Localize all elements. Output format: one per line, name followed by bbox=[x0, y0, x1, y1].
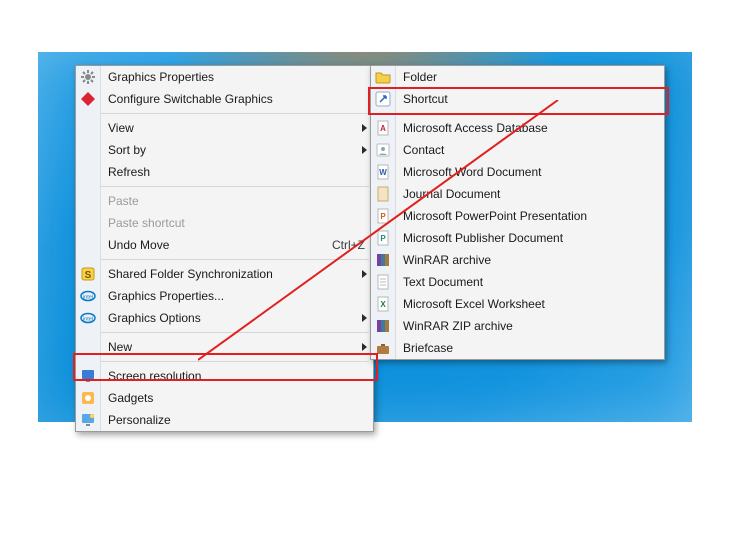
gear-icon bbox=[76, 66, 100, 88]
menu-item-contact[interactable]: Contact bbox=[395, 139, 664, 161]
svg-text:intel: intel bbox=[83, 317, 93, 323]
file-tan-icon bbox=[371, 183, 395, 205]
menu-item-label: WinRAR archive bbox=[403, 253, 491, 267]
menu-item-swgfx[interactable]: Configure Switchable Graphics bbox=[100, 88, 373, 110]
books-icon bbox=[371, 249, 395, 271]
svg-text:W: W bbox=[379, 168, 387, 177]
menu-item-xls[interactable]: XMicrosoft Excel Worksheet bbox=[395, 293, 664, 315]
books-icon bbox=[371, 315, 395, 337]
menu-item-label: Shared Folder Synchronization bbox=[108, 267, 273, 281]
menu-item-txt[interactable]: Text Document bbox=[395, 271, 664, 293]
separator bbox=[100, 332, 369, 333]
menu-item-view[interactable]: View bbox=[100, 117, 373, 139]
menu-item-label: Folder bbox=[403, 70, 437, 84]
menu-item-rar[interactable]: WinRAR archive bbox=[395, 249, 664, 271]
menu-item-journal[interactable]: Journal Document bbox=[395, 183, 664, 205]
file-blue-icon: W bbox=[371, 161, 395, 183]
menu-item-label: Microsoft PowerPoint Presentation bbox=[403, 209, 587, 223]
menu-item-label: Text Document bbox=[403, 275, 483, 289]
submenu-arrow-icon bbox=[362, 314, 367, 322]
menu-item-label: Gadgets bbox=[108, 391, 153, 405]
palette-icon bbox=[76, 409, 100, 431]
menu-item-label: Sort by bbox=[108, 143, 146, 157]
menu-item-gfxopts[interactable]: intelGraphics Options bbox=[100, 307, 373, 329]
menu-item-sortby[interactable]: Sort by bbox=[100, 139, 373, 161]
separator bbox=[100, 259, 369, 260]
menu-item-label: Personalize bbox=[108, 413, 171, 427]
menu-item-label: Briefcase bbox=[403, 341, 453, 355]
menu-item-label: Paste shortcut bbox=[108, 216, 185, 230]
menu-item-pub[interactable]: PMicrosoft Publisher Document bbox=[395, 227, 664, 249]
separator bbox=[100, 113, 369, 114]
menu-item-gfxprops2[interactable]: intelGraphics Properties... bbox=[100, 285, 373, 307]
folder-icon bbox=[371, 66, 395, 88]
menu-item-label: Graphics Properties bbox=[108, 70, 214, 84]
menu-item-paste: Paste bbox=[100, 190, 373, 212]
menu-item-label: Contact bbox=[403, 143, 444, 157]
menu-item-label: Journal Document bbox=[403, 187, 500, 201]
menu-item-gadgets[interactable]: Gadgets bbox=[100, 387, 373, 409]
menu-item-refresh[interactable]: Refresh bbox=[100, 161, 373, 183]
menu-item-ppt[interactable]: PMicrosoft PowerPoint Presentation bbox=[395, 205, 664, 227]
svg-text:X: X bbox=[380, 300, 386, 309]
menu-item-label: Configure Switchable Graphics bbox=[108, 92, 273, 106]
menu-item-label: Microsoft Word Document bbox=[403, 165, 542, 179]
menu-item-label: New bbox=[108, 340, 132, 354]
menu-item-label: Refresh bbox=[108, 165, 150, 179]
file-plain-icon bbox=[371, 271, 395, 293]
separator bbox=[100, 361, 369, 362]
svg-text:P: P bbox=[380, 212, 386, 221]
menu-item-label: Graphics Options bbox=[108, 311, 201, 325]
submenu-arrow-icon bbox=[362, 124, 367, 132]
svg-text:A: A bbox=[380, 124, 386, 133]
submenu-arrow-icon bbox=[362, 146, 367, 154]
menu-item-label: Microsoft Excel Worksheet bbox=[403, 297, 545, 311]
menu-item-label: Microsoft Access Database bbox=[403, 121, 548, 135]
menu-item-personalize[interactable]: Personalize bbox=[100, 409, 373, 431]
desktop-context-menu: Graphics Properties Configure Switchable … bbox=[75, 65, 374, 432]
menu-item-access[interactable]: AMicrosoft Access Database bbox=[395, 117, 664, 139]
menu-item-word[interactable]: WMicrosoft Word Document bbox=[395, 161, 664, 183]
intel-icon: intel bbox=[76, 285, 100, 307]
menu-item-label: View bbox=[108, 121, 134, 135]
menu-item-folder[interactable]: Folder bbox=[395, 66, 664, 88]
menu-item-label: Paste bbox=[108, 194, 139, 208]
menu-item-zip[interactable]: WinRAR ZIP archive bbox=[395, 315, 664, 337]
intel-icon: intel bbox=[76, 307, 100, 329]
file-red-icon: A bbox=[371, 117, 395, 139]
svg-text:S: S bbox=[85, 270, 92, 281]
monitor-icon bbox=[76, 365, 100, 387]
gadget-icon bbox=[76, 387, 100, 409]
menu-item-shortcut[interactable]: Shortcut bbox=[395, 88, 664, 110]
menu-item-pastesc: Paste shortcut bbox=[100, 212, 373, 234]
menu-item-gfxprops[interactable]: Graphics Properties bbox=[100, 66, 373, 88]
menu-item-label: Shortcut bbox=[403, 92, 448, 106]
contact-icon bbox=[371, 139, 395, 161]
menu-item-label: Undo Move bbox=[108, 238, 169, 252]
file-green-icon: X bbox=[371, 293, 395, 315]
svg-text:intel: intel bbox=[83, 295, 93, 301]
file-orange-icon: P bbox=[371, 205, 395, 227]
menu-item-label: Microsoft Publisher Document bbox=[403, 231, 563, 245]
menu-item-label: WinRAR ZIP archive bbox=[403, 319, 513, 333]
svg-text:P: P bbox=[380, 234, 386, 243]
menu-item-label: Graphics Properties... bbox=[108, 289, 224, 303]
submenu-arrow-icon bbox=[362, 270, 367, 278]
menu-item-shortcut: Ctrl+Z bbox=[332, 234, 365, 256]
file-teal-icon: P bbox=[371, 227, 395, 249]
separator bbox=[395, 113, 660, 114]
menu-item-undomove[interactable]: Undo Move Ctrl+Z bbox=[100, 234, 373, 256]
menu-item-label: Screen resolution bbox=[108, 369, 201, 383]
menu-item-screenres[interactable]: Screen resolution bbox=[100, 365, 373, 387]
menu-item-sharedfolder[interactable]: SShared Folder Synchronization bbox=[100, 263, 373, 285]
new-submenu: FolderShortcutAMicrosoft Access Database… bbox=[370, 65, 665, 360]
s-box-icon: S bbox=[76, 263, 100, 285]
separator bbox=[100, 186, 369, 187]
briefcase-icon bbox=[371, 337, 395, 359]
diamond-icon bbox=[76, 88, 100, 110]
menu-item-briefcase[interactable]: Briefcase bbox=[395, 337, 664, 359]
submenu-arrow-icon bbox=[362, 343, 367, 351]
shortcut-icon bbox=[371, 88, 395, 110]
menu-item-new[interactable]: New bbox=[100, 336, 373, 358]
